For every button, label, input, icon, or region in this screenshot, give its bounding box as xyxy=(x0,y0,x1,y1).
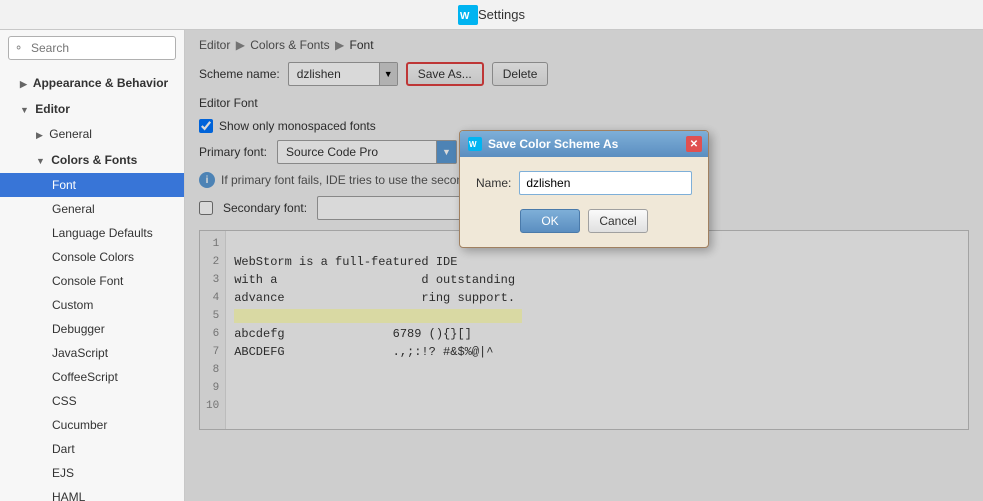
triangle-icon: ▶ xyxy=(20,74,27,94)
sidebar-item-colors-fonts[interactable]: ▼ Colors & Fonts xyxy=(0,147,184,173)
modal-buttons: OK Cancel xyxy=(476,209,692,233)
sidebar-item-javascript[interactable]: JavaScript xyxy=(0,341,184,365)
search-icon: ⚬ xyxy=(14,42,23,55)
sidebar-item-dart[interactable]: Dart xyxy=(0,437,184,461)
modal-cancel-button[interactable]: Cancel xyxy=(588,209,648,233)
sidebar-item-custom[interactable]: Custom xyxy=(0,293,184,317)
sidebar-item-cucumber[interactable]: Cucumber xyxy=(0,413,184,437)
search-box: ⚬ xyxy=(8,36,176,60)
sidebar-item-ejs[interactable]: EJS xyxy=(0,461,184,485)
sidebar-item-console-font[interactable]: Console Font xyxy=(0,269,184,293)
sidebar-item-general[interactable]: ▶ General xyxy=(0,122,184,147)
triangle-general: ▶ xyxy=(36,125,43,145)
webstorm-logo: W xyxy=(458,5,478,25)
sidebar-item-lang-defaults[interactable]: Language Defaults xyxy=(0,221,184,245)
window-title: Settings xyxy=(478,7,525,22)
sidebar-item-css[interactable]: CSS xyxy=(0,389,184,413)
sidebar-item-font[interactable]: Font xyxy=(0,173,184,197)
modal-body: Name: dzlishen OK Cancel xyxy=(460,157,708,247)
main-content: ⚬ ▶ Appearance & Behavior ▼ Editor ▶ Gen… xyxy=(0,30,983,501)
modal-name-label: Name: xyxy=(476,176,511,190)
right-panel: Editor ▶ Colors & Fonts ▶ Font Scheme na… xyxy=(185,30,983,501)
title-bar: W Settings xyxy=(0,0,983,30)
sidebar-item-console-colors[interactable]: Console Colors xyxy=(0,245,184,269)
triangle-cf: ▼ xyxy=(36,151,45,171)
sidebar: ⚬ ▶ Appearance & Behavior ▼ Editor ▶ Gen… xyxy=(0,30,185,501)
sidebar-item-editor[interactable]: ▼ Editor xyxy=(0,96,184,122)
modal-title-bar: W Save Color Scheme As ✕ xyxy=(460,131,708,157)
modal-dialog: W Save Color Scheme As ✕ Name: dzlishen … xyxy=(459,130,709,248)
search-input[interactable] xyxy=(8,36,176,60)
sidebar-item-appearance[interactable]: ▶ Appearance & Behavior xyxy=(0,70,184,96)
modal-logo: W xyxy=(468,137,482,151)
svg-text:W: W xyxy=(469,140,477,149)
modal-ok-button[interactable]: OK xyxy=(520,209,580,233)
sidebar-item-coffeescript[interactable]: CoffeeScript xyxy=(0,365,184,389)
sidebar-tree: ▶ Appearance & Behavior ▼ Editor ▶ Gener… xyxy=(0,66,184,501)
sidebar-item-general2[interactable]: General xyxy=(0,197,184,221)
modal-name-input[interactable]: dzlishen xyxy=(519,171,692,195)
modal-overlay: W Save Color Scheme As ✕ Name: dzlishen … xyxy=(185,30,983,501)
svg-text:W: W xyxy=(460,11,470,22)
settings-window: W Settings ⚬ ▶ Appearance & Behavior ▼ E… xyxy=(0,0,983,501)
sidebar-item-debugger[interactable]: Debugger xyxy=(0,317,184,341)
modal-name-row: Name: dzlishen xyxy=(476,171,692,195)
modal-close-button[interactable]: ✕ xyxy=(686,136,702,152)
sidebar-item-haml[interactable]: HAML xyxy=(0,485,184,501)
modal-title-text: Save Color Scheme As xyxy=(488,137,686,151)
triangle-icon-editor: ▼ xyxy=(20,100,29,120)
